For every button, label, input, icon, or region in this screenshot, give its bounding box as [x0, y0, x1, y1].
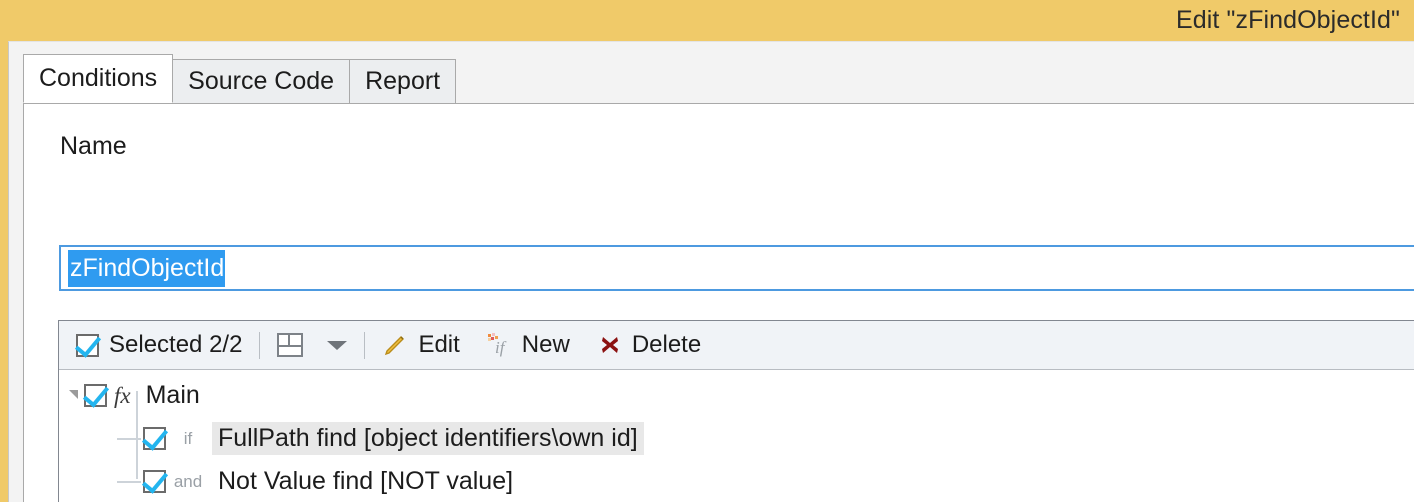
conditions-toolbar: Selected 2/2 Edit if New Delete [59, 321, 1414, 370]
select-all-toggle[interactable]: Selected 2/2 [72, 325, 246, 365]
tree-row-main[interactable]: fx Main [59, 374, 1414, 417]
checkbox-checked-icon[interactable] [143, 427, 166, 450]
name-input-value: zFindObjectId [68, 249, 226, 287]
condition-keyword-if: if [183, 428, 193, 448]
checkbox-checked-icon [76, 333, 99, 357]
layout-button[interactable] [273, 325, 307, 365]
edit-condition-window: Edit "zFindObjectId" Conditions Source C… [0, 0, 1414, 502]
checkbox-checked-icon[interactable] [143, 470, 166, 493]
tab-conditions[interactable]: Conditions [23, 54, 174, 103]
toolbar-separator [364, 331, 366, 359]
tree-row-condition-2-label: Not Value find [NOT value] [218, 467, 514, 495]
tree-elbow-line [117, 437, 141, 440]
tree-row-condition-2[interactable]: and Not Value find [NOT value] [59, 460, 1414, 502]
tree-row-condition-1-label: FullPath find [object identifiers\own id… [212, 422, 644, 455]
split-layout-icon [277, 333, 304, 357]
tab-conditions-label: Conditions [39, 64, 158, 92]
tab-report-label: Report [365, 67, 441, 95]
tree-elbow-line [117, 480, 141, 483]
condition-keyword-and: and [173, 471, 203, 491]
delete-x-icon [598, 333, 622, 357]
svg-text:if: if [495, 338, 507, 357]
toolbar-separator [259, 331, 261, 359]
conditions-panel: Selected 2/2 Edit if New Delete fx Main … [58, 320, 1414, 502]
tab-source-code[interactable]: Source Code [172, 59, 351, 103]
conditions-tab-page: Name zFindObjectId Selected 2/2 Edit if … [23, 103, 1414, 502]
new-button-label: New [521, 331, 570, 358]
name-input[interactable]: zFindObjectId [59, 245, 1414, 291]
tree-row-condition-1[interactable]: if FullPath find [object identifiers\own… [59, 417, 1414, 460]
chevron-down-icon [327, 340, 348, 350]
edit-button[interactable]: Edit [378, 325, 463, 365]
window-title: Edit "zFindObjectId" [1175, 6, 1400, 34]
function-fx-icon: fx [114, 382, 131, 408]
tree-row-main-label: Main [145, 381, 200, 409]
window-client-area: Conditions Source Code Report Name zFind… [8, 41, 1414, 502]
tabstrip: Conditions Source Code Report [23, 54, 457, 103]
tab-source-code-label: Source Code [188, 67, 335, 95]
selected-count-label: Selected 2/2 [109, 331, 243, 358]
new-button[interactable]: if New [482, 325, 574, 365]
delete-button-label: Delete [631, 331, 702, 358]
layout-dropdown-button[interactable] [307, 325, 351, 365]
collapse-triangle-icon[interactable] [69, 390, 78, 399]
new-if-icon: if [486, 332, 512, 358]
edit-button-label: Edit [418, 331, 460, 358]
conditions-tree: fx Main if FullPath find [object identif… [59, 370, 1414, 502]
tab-report[interactable]: Report [349, 59, 457, 103]
pencil-icon [382, 332, 408, 358]
window-titlebar: Edit "zFindObjectId" [0, 0, 1414, 41]
delete-button[interactable]: Delete [594, 325, 705, 365]
checkbox-checked-icon[interactable] [84, 384, 107, 407]
name-field-label: Name [60, 132, 127, 160]
